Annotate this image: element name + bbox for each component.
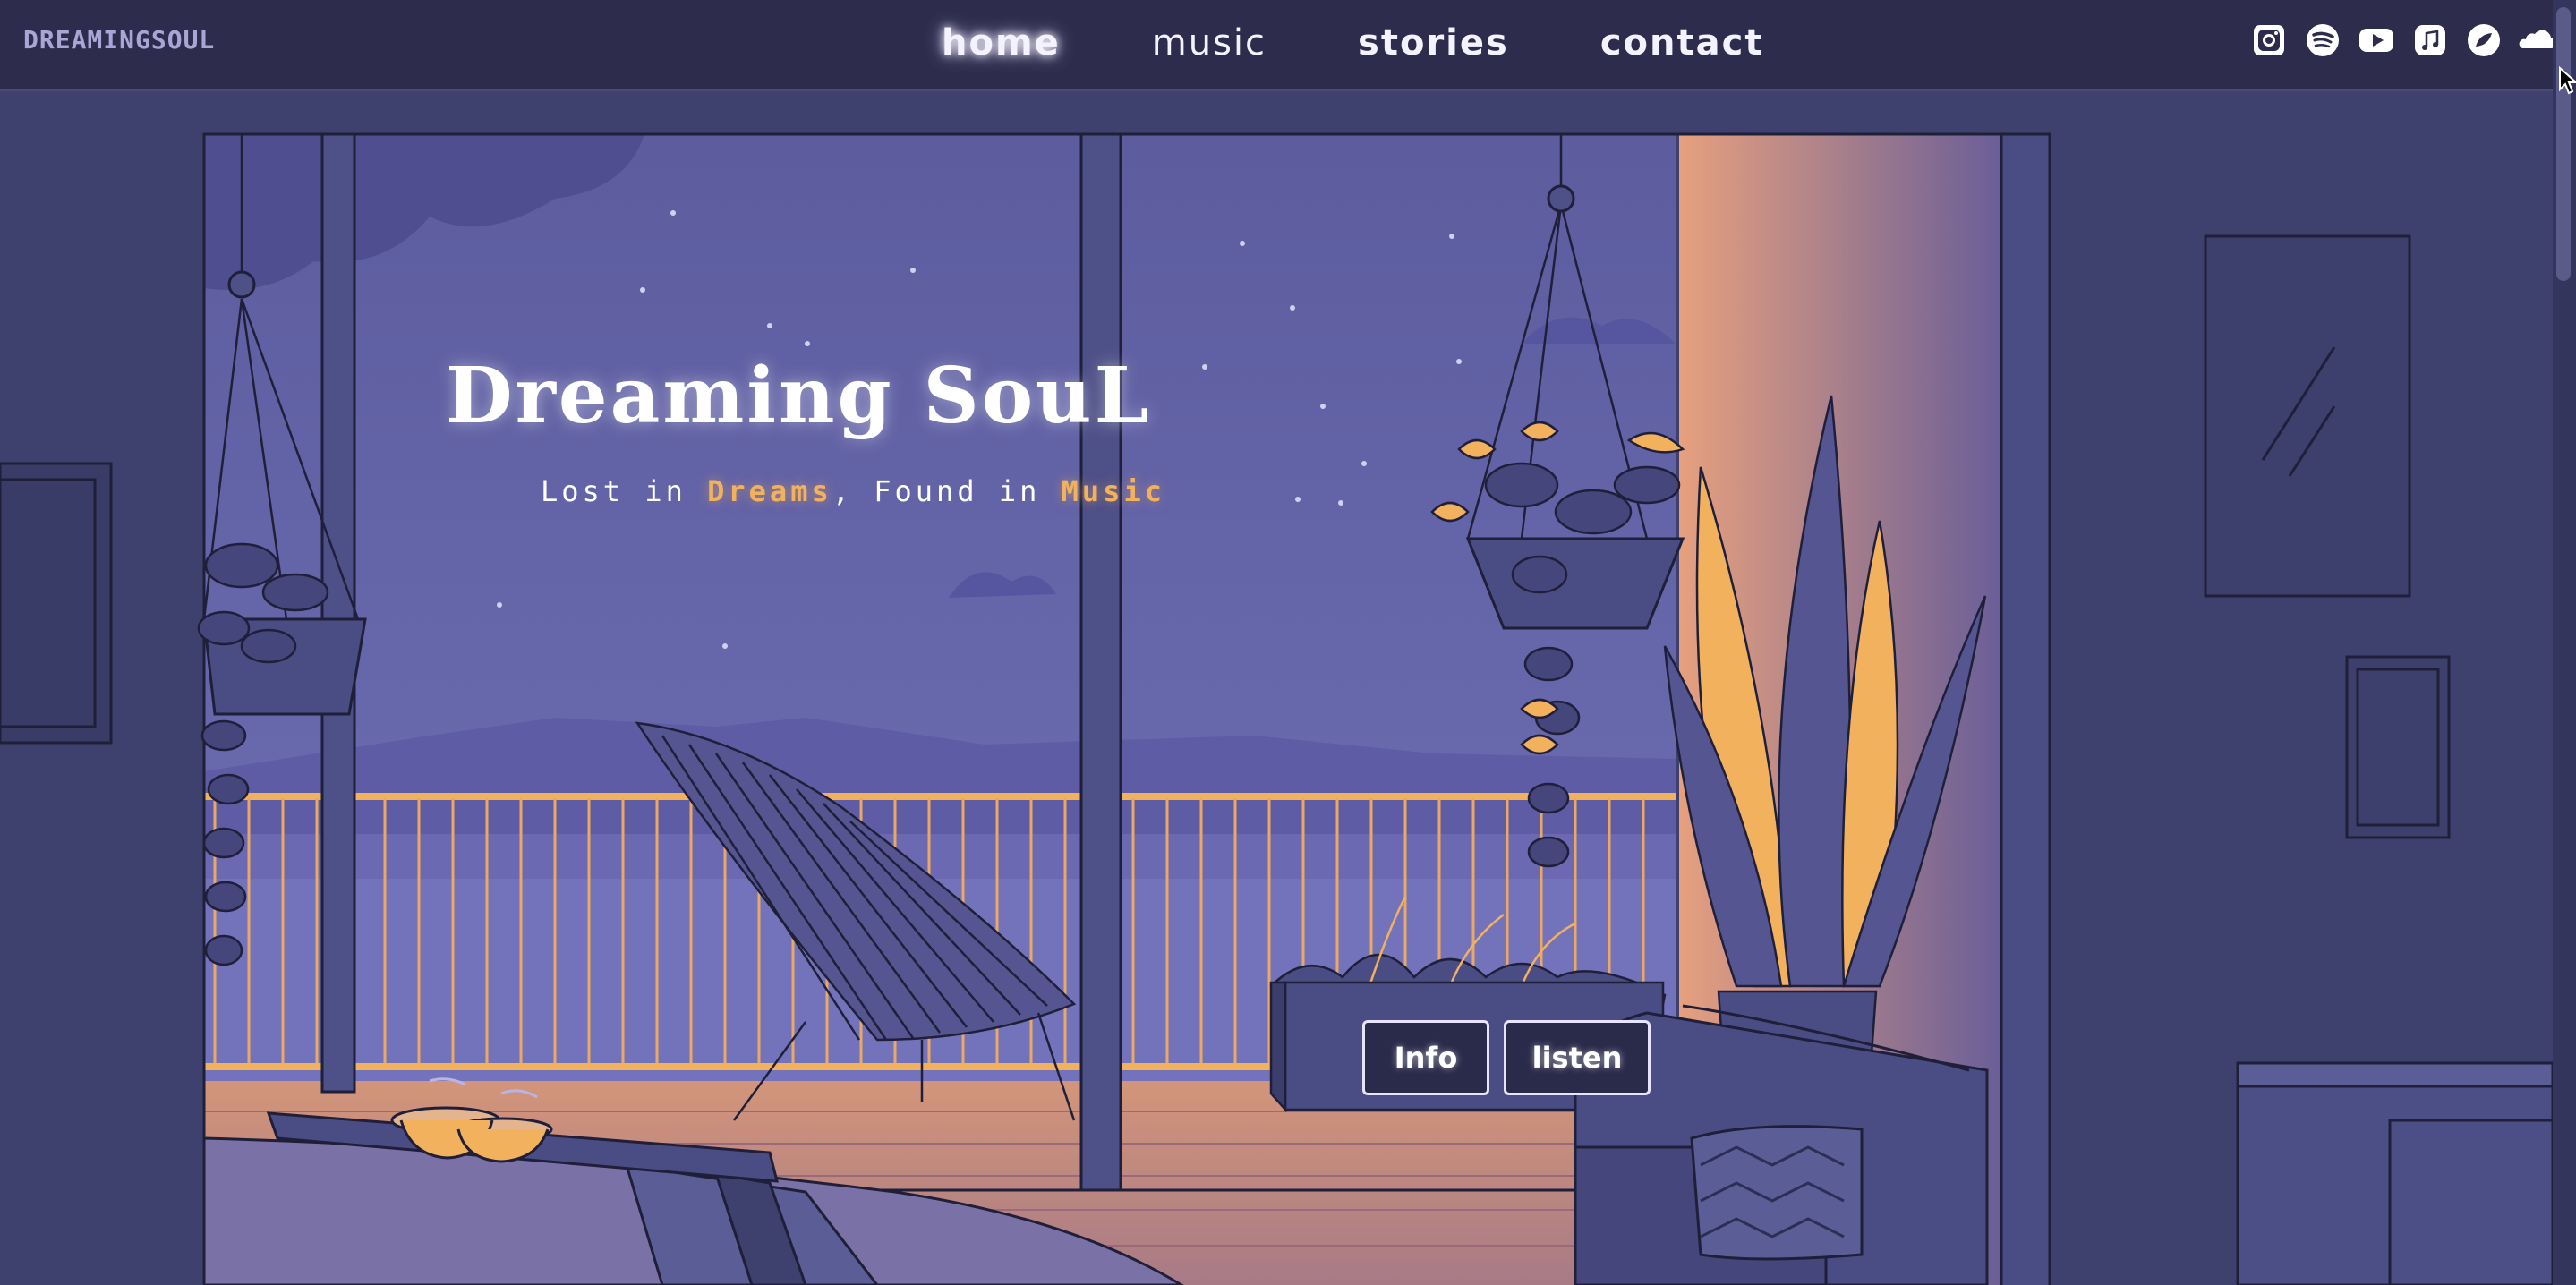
site-logo[interactable]: DREAMINGSOUL	[23, 25, 215, 55]
nav-item-music[interactable]: music	[1152, 22, 1267, 64]
hero-subtitle: Lost in Dreams, Found in Music	[541, 474, 1165, 508]
listen-button[interactable]: listen	[1504, 1020, 1651, 1095]
soundcloud-icon[interactable]	[2519, 21, 2556, 59]
scrollbar-thumb[interactable]	[2556, 7, 2571, 281]
lofi-room-illustration	[0, 91, 2553, 1285]
hero-subtitle-highlight-music: Music	[1061, 474, 1165, 508]
top-navbar: DREAMINGSOUL home music stories contact	[0, 0, 2576, 91]
info-button[interactable]: Info	[1362, 1020, 1489, 1095]
nav-item-stories[interactable]: stories	[1358, 22, 1509, 64]
mouse-cursor-icon	[2559, 66, 2576, 95]
hero-title: Dreaming SouL	[446, 351, 1152, 441]
social-links	[2250, 21, 2572, 59]
hero-subtitle-part1: Lost in	[541, 474, 708, 508]
hero-subtitle-highlight-dreams: Dreams	[707, 474, 832, 508]
nav-item-home[interactable]: home	[942, 22, 1061, 64]
spotify-icon[interactable]	[2304, 21, 2341, 59]
youtube-icon[interactable]	[2358, 21, 2395, 59]
hero-subtitle-part2: , Found in	[832, 474, 1062, 508]
apple-music-icon[interactable]	[2411, 21, 2449, 59]
nav-item-contact[interactable]: contact	[1600, 22, 1764, 64]
main-nav: home music stories contact	[942, 16, 1855, 70]
instagram-icon[interactable]	[2250, 21, 2288, 59]
deezer-icon[interactable]	[2465, 21, 2503, 59]
